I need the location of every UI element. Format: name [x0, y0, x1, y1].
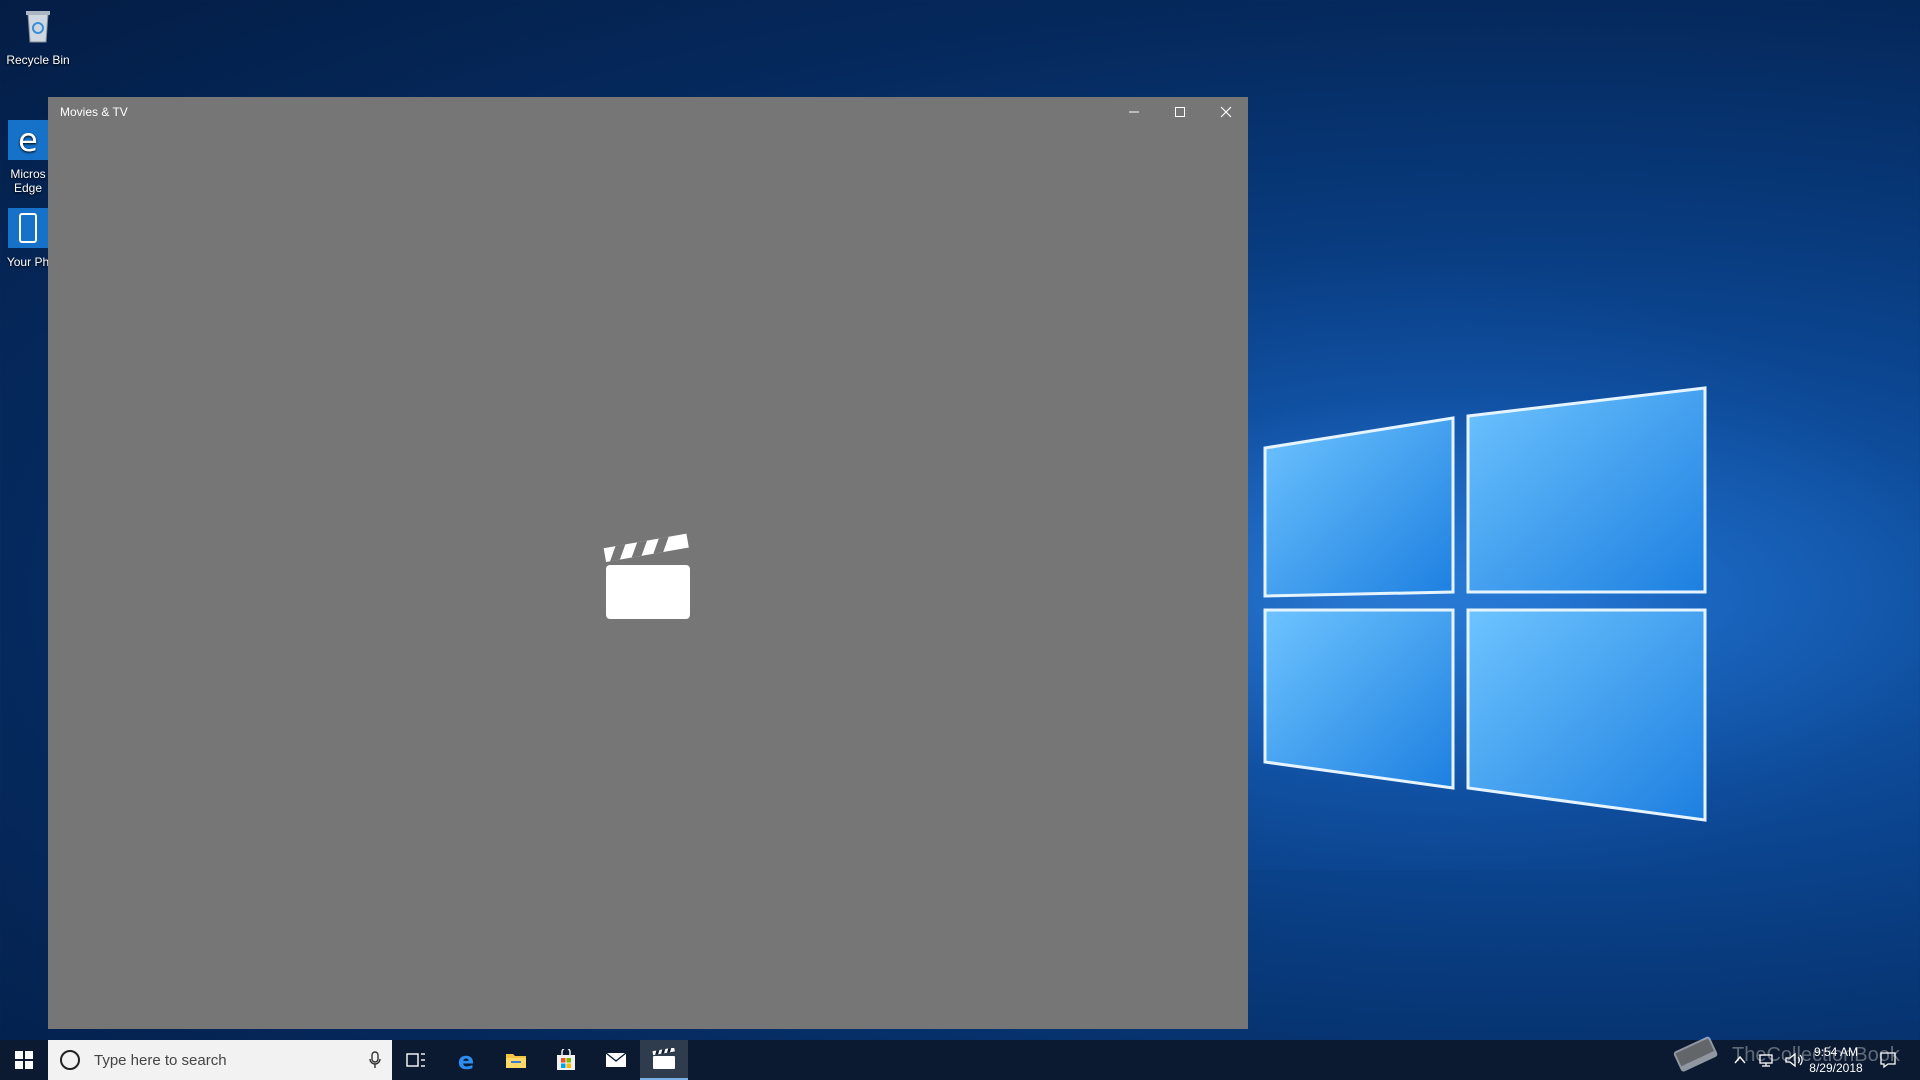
- task-view-button[interactable]: [392, 1040, 440, 1080]
- clapperboard-icon: [652, 1048, 675, 1069]
- store-icon: [557, 1049, 575, 1070]
- desktop-icon-label: Recycle Bin: [6, 53, 70, 67]
- taskbar-store[interactable]: [542, 1040, 590, 1080]
- mail-icon: [605, 1052, 627, 1067]
- your-phone-icon: [8, 208, 48, 248]
- edge-icon: e: [8, 120, 48, 160]
- windows-wallpaper-logo: [1263, 386, 1707, 822]
- movies-tv-window: Movies & TV: [48, 97, 1248, 1029]
- svg-text:e: e: [18, 121, 38, 159]
- clapperboard-icon: [603, 533, 690, 619]
- window-title: Movies & TV: [60, 105, 128, 119]
- search-placeholder: Type here to search: [94, 1051, 227, 1069]
- maximize-button[interactable]: [1157, 97, 1203, 127]
- taskbar: Type here to search e 9:54 AM 8/29/2018: [0, 1040, 1920, 1080]
- close-button[interactable]: [1203, 97, 1249, 127]
- search-box[interactable]: Type here to search: [48, 1040, 392, 1080]
- title-bar[interactable]: Movies & TV: [48, 97, 1248, 127]
- minimize-icon: [1129, 111, 1139, 113]
- taskbar-file-explorer[interactable]: [492, 1040, 540, 1080]
- taskbar-edge[interactable]: e: [442, 1040, 490, 1080]
- taskbar-mail[interactable]: [592, 1040, 640, 1080]
- microphone-icon[interactable]: [368, 1051, 382, 1069]
- minimize-button[interactable]: [1111, 97, 1157, 127]
- maximize-icon: [1175, 107, 1185, 117]
- close-icon: [1220, 106, 1232, 118]
- taskbar-movies-tv[interactable]: [640, 1040, 688, 1080]
- recycle-bin-icon: [26, 11, 50, 43]
- edge-icon: e: [458, 1048, 474, 1072]
- start-button[interactable]: [0, 1040, 48, 1080]
- cortana-icon: [60, 1050, 80, 1070]
- windows-logo-icon: [15, 1051, 33, 1069]
- watermark-text: TheCollectionBook: [1732, 1043, 1900, 1066]
- svg-text:e: e: [458, 1048, 474, 1072]
- task-view-icon: [406, 1053, 425, 1067]
- book-logo-icon: [1673, 1036, 1718, 1072]
- watermark: TheCollectionBook: [1670, 1030, 1900, 1080]
- desktop-icon-recycle-bin[interactable]: Recycle Bin: [0, 6, 76, 67]
- folder-icon: [506, 1054, 526, 1068]
